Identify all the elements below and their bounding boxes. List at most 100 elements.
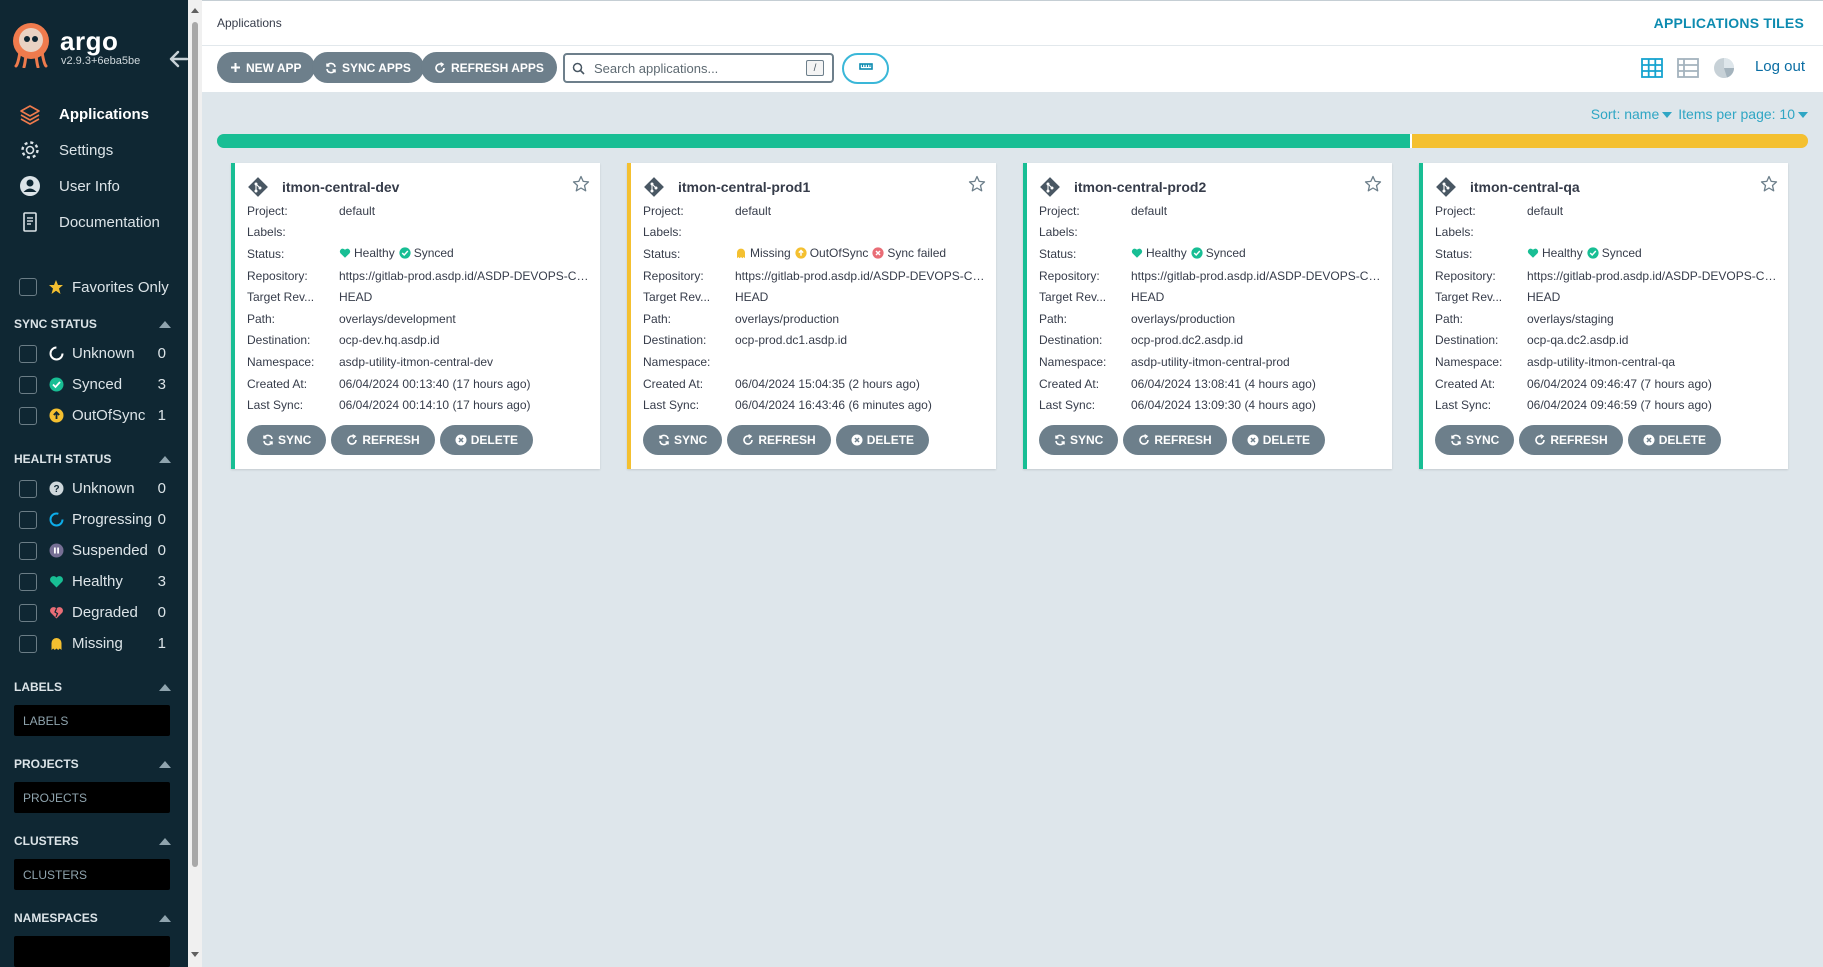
main-content: Applications APPLICATIONS TILES NEW APP … (202, 0, 1823, 967)
refresh-button[interactable]: REFRESH (331, 425, 435, 455)
filter-checkbox[interactable] (19, 344, 37, 363)
sync-button[interactable]: SYNC (643, 425, 723, 455)
filter-checkbox[interactable] (19, 634, 37, 653)
app-tile-itmon-central-qa[interactable]: itmon-central-qa Project: default Labels:… (1419, 163, 1788, 469)
section-title: LABELS (14, 680, 62, 694)
health-status-text: Healthy (1146, 245, 1187, 260)
filter-health-healthy[interactable]: Healthy 3 (0, 566, 188, 597)
filter-health-missing[interactable]: Missing 1 (0, 628, 188, 659)
scroll-up-arrow-icon[interactable] (191, 8, 199, 13)
path-row: Path: overlays/production (1039, 308, 1384, 330)
nav-item-documentation[interactable]: Documentation (0, 204, 188, 240)
favorite-star-icon[interactable] (1364, 175, 1382, 193)
field-label: Project: (643, 203, 684, 218)
sync-button[interactable]: SYNC (1435, 425, 1515, 455)
app-tile-itmon-central-prod1[interactable]: itmon-central-prod1 Project: default Labe… (627, 163, 996, 469)
namespaces-header[interactable]: NAMESPACES (0, 904, 188, 932)
pie-chart-view-icon[interactable] (1713, 57, 1735, 79)
filter-checkbox[interactable] (19, 510, 37, 529)
ghost-icon (735, 247, 747, 259)
sync-status-header[interactable]: SYNC STATUS (0, 310, 188, 338)
filter-health-progressing[interactable]: Progressing 0 (0, 504, 188, 535)
field-label: Repository: (1039, 268, 1100, 283)
sync-apps-button[interactable]: SYNC APPS (312, 52, 424, 83)
favorite-star-icon[interactable] (1760, 175, 1778, 193)
tiles-view-icon[interactable] (1641, 57, 1663, 79)
new-app-button[interactable]: NEW APP (217, 52, 315, 83)
refresh-icon (346, 434, 358, 446)
filter-checkbox[interactable] (19, 479, 37, 498)
app-name[interactable]: itmon-central-prod2 (1074, 179, 1206, 195)
health-status-header[interactable]: HEALTH STATUS (0, 445, 188, 473)
labels-header[interactable]: LABELS (0, 673, 188, 701)
app-name[interactable]: itmon-central-prod1 (678, 179, 810, 195)
breadcrumb[interactable]: Applications (217, 16, 282, 30)
git-icon (1436, 177, 1456, 197)
filter-checkbox[interactable] (19, 375, 37, 394)
filter-checkbox[interactable] (19, 603, 37, 622)
delete-button[interactable]: DELETE (439, 425, 534, 455)
namespaces-filter-input[interactable] (14, 936, 170, 967)
refresh-apps-button[interactable]: REFRESH APPS (421, 52, 557, 83)
filter-sync-outofsync[interactable]: OutOfSync 1 (0, 400, 188, 431)
sort-dropdown[interactable]: Sort: name (1591, 106, 1673, 122)
search-box[interactable]: / (563, 53, 834, 83)
filter-checkbox[interactable] (19, 572, 37, 591)
nav-item-user-info[interactable]: User Info (0, 168, 188, 204)
app-tile-itmon-central-prod2[interactable]: itmon-central-prod2 Project: default Labe… (1023, 163, 1392, 469)
logout-link[interactable]: Log out (1755, 58, 1805, 75)
scroll-down-arrow-icon[interactable] (191, 952, 199, 957)
filter-count: 0 (157, 511, 166, 528)
items-per-page-dropdown[interactable]: Items per page: 10 (1678, 106, 1808, 122)
last-sync-row: Last Sync: 06/04/2024 13:09:30 (4 hours a… (1039, 394, 1384, 416)
filter-sync-synced[interactable]: Synced 3 (0, 369, 188, 400)
filter-checkbox[interactable] (19, 541, 37, 560)
path-row: Path: overlays/staging (1435, 308, 1780, 330)
project-value: default (1131, 203, 1168, 218)
favorites-checkbox[interactable] (19, 278, 37, 296)
clusters-filter-input[interactable]: CLUSTERS (14, 859, 170, 890)
delete-button[interactable]: DELETE (835, 425, 930, 455)
scrollbar-thumb[interactable] (192, 22, 198, 867)
filter-sync-unknown[interactable]: Unknown 0 (0, 338, 188, 369)
filter-checkbox[interactable] (19, 406, 37, 425)
nav-item-settings[interactable]: Settings (0, 132, 188, 168)
list-view-icon[interactable] (1677, 57, 1699, 79)
favorite-star-icon[interactable] (572, 175, 590, 193)
section-title: CLUSTERS (14, 834, 79, 848)
refresh-button[interactable]: REFRESH (1123, 425, 1227, 455)
clusters-header[interactable]: CLUSTERS (0, 827, 188, 855)
projects-header[interactable]: PROJECTS (0, 750, 188, 778)
nav-item-applications[interactable]: Applications (0, 96, 188, 132)
project-row: Project: default (247, 200, 592, 222)
search-input[interactable] (594, 60, 794, 76)
brand-version: v2.9.3+6eba5be (61, 55, 141, 67)
sync-button[interactable]: SYNC (1039, 425, 1119, 455)
sidebar: argo v2.9.3+6eba5be Applications Setting… (0, 0, 188, 967)
filter-health-degraded[interactable]: Degraded 0 (0, 597, 188, 628)
status-row: Status: Healthy Synced (1435, 243, 1780, 265)
collapse-sidebar-arrow-icon[interactable] (168, 48, 188, 70)
favorites-only-filter[interactable]: Favorites Only (0, 272, 188, 302)
app-name[interactable]: itmon-central-dev (282, 179, 399, 195)
sidebar-scrollbar[interactable] (188, 0, 202, 967)
app-tile-itmon-central-dev[interactable]: itmon-central-dev Project: default Labels… (231, 163, 600, 469)
field-label: Created At: (247, 376, 308, 391)
refresh-button[interactable]: REFRESH (727, 425, 831, 455)
filter-health-suspended[interactable]: Suspended 0 (0, 535, 188, 566)
nav-label: Settings (59, 141, 114, 159)
delete-button[interactable]: DELETE (1231, 425, 1326, 455)
refresh-button[interactable]: REFRESH (1519, 425, 1623, 455)
favorite-star-icon[interactable] (968, 175, 986, 193)
sync-button[interactable]: SYNC (247, 425, 327, 455)
app-name[interactable]: itmon-central-qa (1470, 179, 1580, 195)
sort-controls: Sort: name Items per page: 10 (1591, 106, 1808, 122)
filter-health-unknown[interactable]: ? Unknown 0 (0, 473, 188, 504)
filter-count: 1 (157, 635, 166, 652)
projects-filter-input[interactable]: PROJECTS (14, 782, 170, 813)
filter-toggle-button[interactable] (842, 53, 889, 84)
labels-filter-input[interactable]: LABELS (14, 705, 170, 736)
delete-button[interactable]: DELETE (1627, 425, 1722, 455)
filter-count: 0 (157, 480, 166, 497)
section-title: PROJECTS (14, 757, 79, 771)
